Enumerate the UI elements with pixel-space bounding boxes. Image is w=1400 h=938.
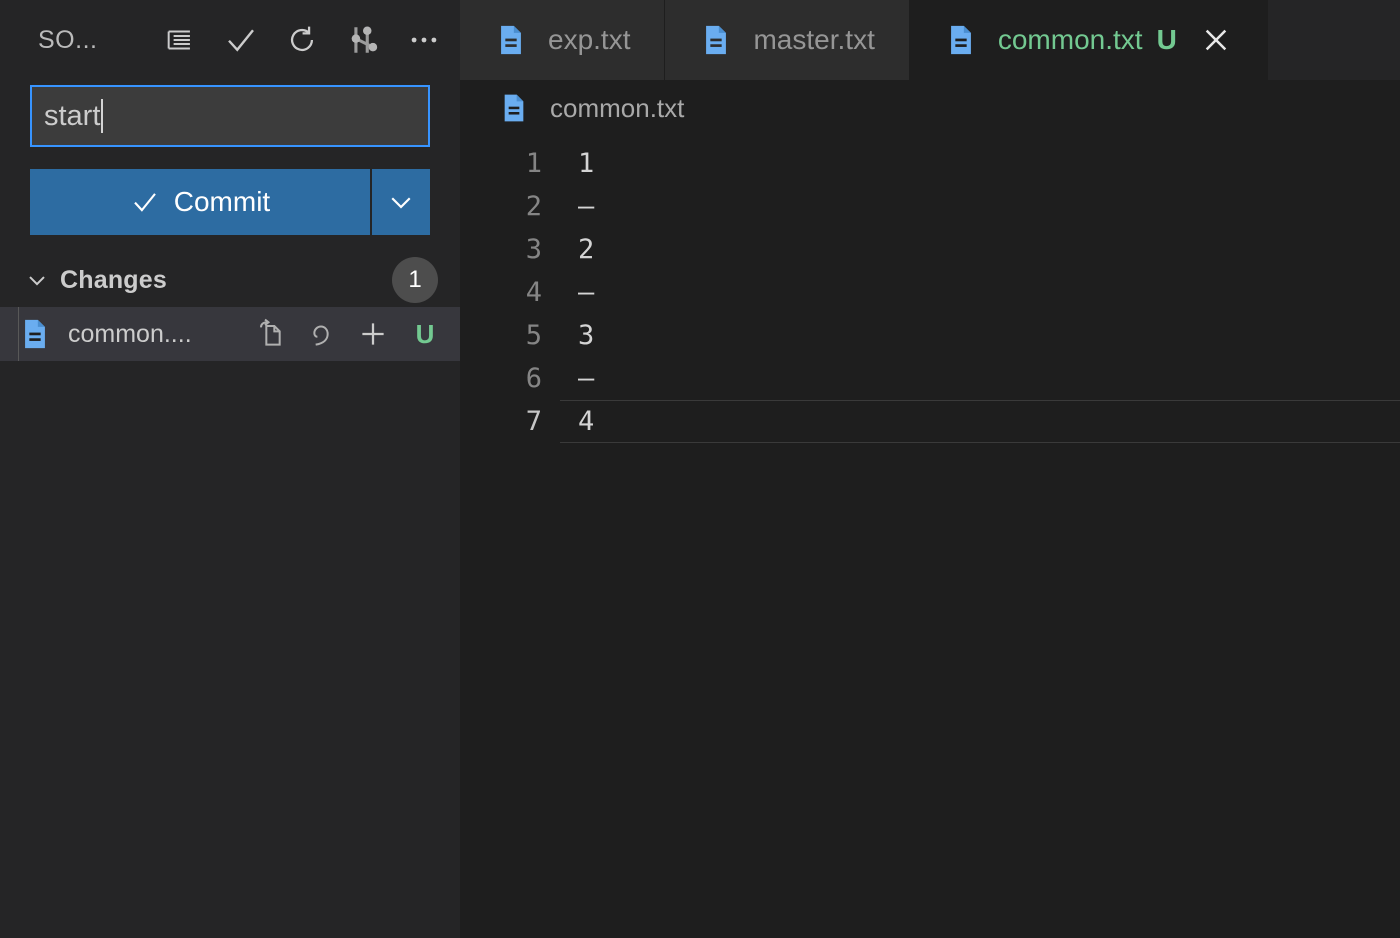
check-commit-icon[interactable] [223, 22, 259, 58]
refresh-icon[interactable] [284, 22, 320, 58]
file-icon [498, 92, 530, 124]
source-control-toolbar [162, 22, 442, 58]
code-line: 4 — [460, 271, 1400, 314]
changes-section-header[interactable]: Changes 1 [0, 253, 460, 307]
source-control-sidebar: SO... start Commit Changes 1 common.... … [0, 0, 460, 938]
more-actions-icon[interactable] [406, 22, 442, 58]
file-icon [494, 23, 528, 57]
editor-tab-common[interactable]: common.txt U [909, 0, 1268, 80]
stage-changes-icon[interactable] [356, 317, 390, 351]
line-number: 3 [525, 234, 542, 265]
check-icon [133, 193, 156, 212]
line-number: 2 [525, 191, 542, 222]
changes-label: Changes [60, 265, 167, 294]
git-graph-icon[interactable] [345, 22, 381, 58]
changed-file-row[interactable]: common.... U [0, 307, 460, 361]
text-caret [101, 99, 104, 133]
panel-title: SO... [38, 25, 98, 54]
line-content: 4 [560, 400, 1400, 443]
editor-tab-master[interactable]: master.txt [665, 0, 910, 80]
commit-button[interactable]: Commit [30, 169, 370, 235]
source-control-titlebar: SO... [0, 0, 460, 80]
chevron-down-icon[interactable] [22, 266, 52, 294]
line-number: 7 [525, 406, 542, 437]
open-file-icon[interactable] [252, 317, 286, 351]
editor-tab-exp[interactable]: exp.txt [460, 0, 666, 80]
tab-label: exp.txt [548, 24, 631, 55]
line-number: 4 [525, 277, 542, 308]
line-content: — [578, 363, 595, 394]
tab-label: common.txt [997, 24, 1143, 55]
commit-message-field-wrapper: start [0, 85, 460, 147]
line-content: 3 [578, 320, 595, 351]
line-number: 1 [525, 148, 542, 179]
close-icon[interactable] [1199, 23, 1233, 57]
line-content: 1 [578, 148, 595, 179]
file-icon [699, 23, 733, 57]
code-line: 6 — [460, 357, 1400, 400]
file-icon [944, 23, 978, 57]
commit-button-label: Commit [173, 186, 271, 217]
commit-message-input[interactable]: start [30, 85, 430, 147]
discard-changes-icon[interactable] [304, 317, 338, 351]
breadcrumb-label: common.txt [550, 92, 685, 123]
line-content: — [578, 191, 595, 222]
commit-dropdown-button[interactable] [370, 169, 430, 235]
indent-guide [18, 307, 19, 361]
code-line: 2 — [460, 185, 1400, 228]
tab-status-badge: U [1156, 24, 1177, 55]
file-status-badge: U [415, 318, 435, 349]
code-line: 1 1 [460, 142, 1400, 185]
file-icon [18, 317, 52, 351]
commit-button-group: Commit [0, 169, 460, 235]
file-row-actions: U [252, 317, 438, 351]
editor-tabbar: exp.txt master.txt common.txt U [460, 0, 1400, 80]
commit-message-value: start [44, 99, 101, 132]
view-as-list-icon[interactable] [162, 22, 198, 58]
breadcrumb[interactable]: common.txt [460, 80, 1400, 136]
changes-count-badge: 1 [392, 257, 438, 303]
chevron-down-icon [391, 197, 411, 209]
code-line: 3 2 [460, 228, 1400, 271]
vscode-window: SO... start Commit Changes 1 common.... … [0, 0, 1400, 938]
file-name-label: common.... [68, 319, 192, 348]
code-editor[interactable]: 1 1 2 — 3 2 4 — 5 3 6 — 7 4 [460, 136, 1400, 938]
line-content: — [578, 277, 595, 308]
line-content: 2 [578, 234, 595, 265]
code-line-active: 7 4 [460, 400, 1400, 443]
line-number: 6 [525, 363, 542, 394]
code-line: 5 3 [460, 314, 1400, 357]
editor-group: exp.txt master.txt common.txt U common.t… [460, 0, 1400, 938]
line-number: 5 [525, 320, 542, 351]
tab-label: master.txt [753, 24, 875, 55]
